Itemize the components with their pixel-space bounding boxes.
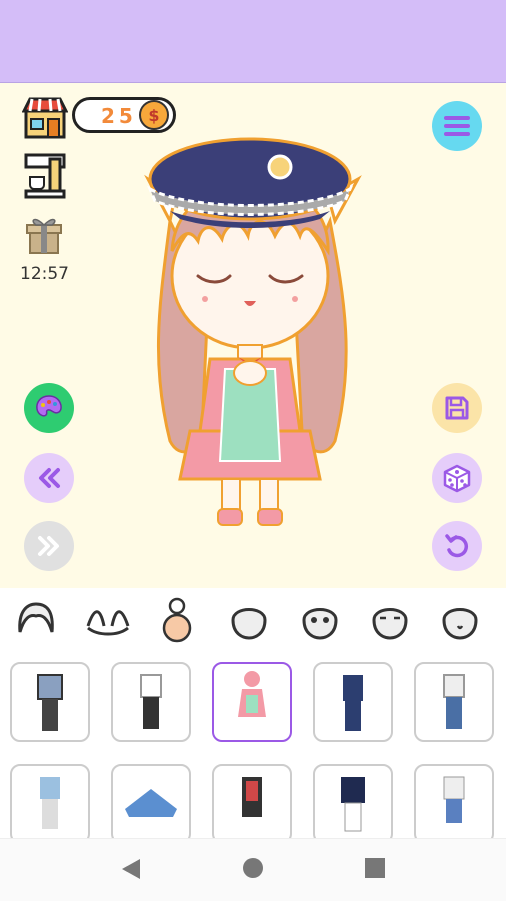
body-icon[interactable] [153, 596, 201, 644]
top-app-bar [0, 0, 506, 83]
mouth-icon[interactable] [436, 596, 484, 644]
outfit-item[interactable] [313, 662, 393, 742]
palette-icon [36, 395, 62, 417]
back-icon[interactable] [120, 857, 142, 881]
outfit-item[interactable] [212, 764, 292, 838]
save-button[interactable] [432, 383, 482, 433]
outfit-item[interactable] [10, 764, 90, 838]
recents-icon[interactable] [364, 857, 386, 879]
undo-button[interactable] [432, 521, 482, 571]
shop-icon[interactable] [22, 95, 68, 141]
random-button[interactable] [432, 453, 482, 503]
system-navigation-bar [0, 838, 506, 901]
character-stage: 25 $ 12:57 [0, 83, 506, 588]
character-doll [144, 137, 362, 526]
menu-button[interactable] [432, 101, 482, 151]
outfit-item[interactable] [414, 764, 494, 838]
outfit-item[interactable] [212, 662, 292, 742]
outfit-item[interactable] [10, 662, 90, 742]
expression-icon[interactable] [366, 596, 414, 644]
clock-time: 12:57 [20, 264, 69, 284]
category-tabs [0, 588, 506, 654]
ears-icon[interactable] [84, 596, 132, 644]
palette-button[interactable] [24, 383, 74, 433]
hair-icon[interactable] [12, 596, 60, 644]
outfit-item[interactable] [414, 662, 494, 742]
face-icon[interactable] [225, 596, 273, 644]
outfit-item[interactable] [111, 764, 191, 838]
next-button[interactable] [24, 521, 74, 571]
dice-icon [443, 464, 471, 493]
outfit-item[interactable] [111, 662, 191, 742]
outfit-grid [0, 654, 506, 838]
coffee-machine-icon[interactable] [22, 153, 68, 199]
home-icon[interactable] [242, 857, 264, 879]
save-icon [445, 396, 469, 420]
gift-icon[interactable] [24, 213, 64, 257]
previous-button[interactable] [24, 453, 74, 503]
eyes-icon[interactable] [296, 596, 344, 644]
outfit-item[interactable] [313, 764, 393, 838]
double-chevron-right-icon [38, 536, 59, 556]
undo-icon [445, 534, 468, 558]
double-chevron-left-icon [39, 468, 60, 488]
menu-icon [444, 116, 470, 136]
